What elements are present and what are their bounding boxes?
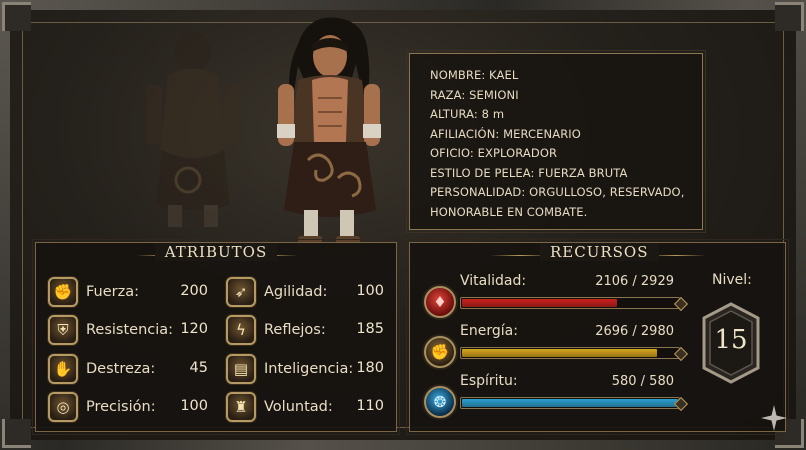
level-label: Nivel: (712, 272, 752, 288)
attribute-agility[interactable]: ➶ Agilidad: (226, 275, 327, 309)
attribute-value: 45 (189, 360, 208, 376)
frame-corner-bottom-left (2, 419, 31, 448)
character-back-view (146, 32, 240, 227)
info-race: RAZA: SEMIONI (430, 87, 519, 102)
shield-icon: ⛨ (48, 315, 78, 345)
attributes-title: ATRIBUTOS (154, 243, 278, 261)
blood-drop-icon: ♦ (424, 286, 456, 318)
spirit-bar (460, 397, 680, 409)
attribute-label: Agilidad: (264, 284, 328, 300)
attributes-panel: ATRIBUTOS ✊ Fuerza: 200 ⛨ Resistencia: 1… (32, 239, 400, 435)
book-icon: ▤ (226, 354, 256, 384)
vitality-bar (460, 297, 680, 309)
attribute-label: Voluntad: (264, 399, 333, 415)
spirit-label: Espíritu: (460, 373, 518, 389)
attribute-dexterity[interactable]: ✋ Destreza: (48, 352, 155, 386)
info-name: NOMBRE: KAEL (430, 68, 519, 82)
attribute-value: 180 (356, 360, 384, 376)
hand-icon: ✋ (48, 354, 78, 384)
frame-corner-top-right (775, 2, 804, 31)
attribute-strength[interactable]: ✊ Fuerza: (48, 275, 139, 309)
info-personality-cont: HONORABLE EN COMBATE. (430, 204, 588, 219)
spirit-bar-fill (462, 399, 678, 407)
attribute-value: 200 (180, 283, 208, 299)
info-height: ALTURA: 8 m (430, 107, 505, 121)
attribute-label: Fuerza: (86, 284, 140, 300)
info-occupation: OFICIO: EXPLORADOR (430, 146, 558, 160)
lightning-icon: ϟ (226, 315, 256, 345)
energy-bar (460, 347, 680, 359)
energy-bar-fill (462, 349, 658, 357)
attribute-label: Destreza: (86, 361, 156, 377)
helmet-icon: ♜ (226, 392, 256, 422)
attribute-label: Precisión: (86, 399, 156, 415)
level-number: 15 (714, 325, 748, 355)
attribute-value: 100 (180, 398, 208, 414)
attribute-precision[interactable]: ◎ Precisión: (48, 390, 156, 424)
attribute-resistance[interactable]: ⛨ Resistencia: (48, 313, 173, 347)
attribute-reflexes[interactable]: ϟ Reflejos: (226, 313, 326, 347)
character-portrait (277, 17, 381, 244)
attribute-willpower[interactable]: ♜ Voluntad: (226, 390, 333, 424)
spirit-swirl-icon: ❂ (424, 386, 456, 418)
info-personality: PERSONALIDAD: ORGULLOSO, RESERVADO, (430, 185, 685, 199)
info-affiliation: AFILIACIÓN: MERCENARIO (430, 126, 581, 141)
attribute-value: 100 (356, 283, 384, 299)
resources-title: RECURSOS (540, 243, 659, 261)
vitality-label: Vitalidad: (460, 273, 527, 289)
vitality-value: 2106 / 2929 (595, 274, 674, 289)
energy-label: Energía: (460, 323, 518, 339)
info-fighting-style: ESTILO DE PELEA: FUERZA BRUTA (430, 165, 628, 180)
spirit-value: 580 / 580 (611, 374, 674, 389)
sparkle-icon (761, 405, 787, 431)
fist-icon: ✊ (48, 277, 78, 307)
target-icon: ◎ (48, 392, 78, 422)
energy-value: 2696 / 2980 (595, 324, 674, 339)
attribute-value: 110 (356, 398, 384, 414)
character-info-panel: NOMBRE: KAEL RAZA: SEMIONI ALTURA: 8 m A… (406, 50, 706, 233)
vitality-bar-fill (462, 299, 617, 307)
attribute-value: 120 (180, 321, 208, 337)
attribute-value: 185 (356, 321, 384, 337)
frame-corner-top-left (2, 2, 31, 31)
attribute-label: Reflejos: (264, 322, 326, 338)
wing-foot-icon: ➶ (226, 277, 256, 307)
flexed-arm-icon: ✊ (424, 336, 456, 368)
